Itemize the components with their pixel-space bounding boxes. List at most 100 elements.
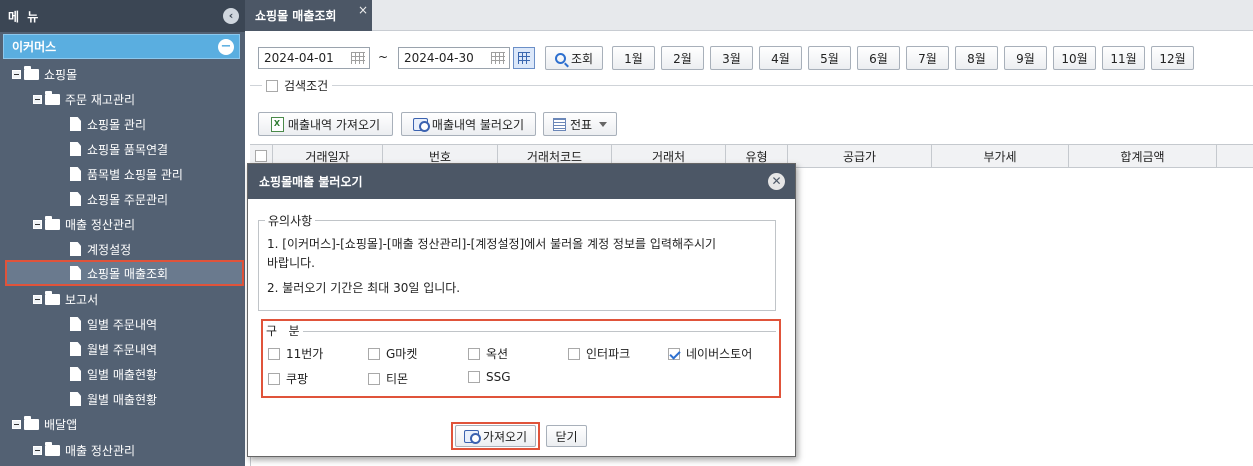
voucher-label: 전표 bbox=[569, 117, 593, 132]
month-button-1[interactable]: 1월 bbox=[612, 46, 655, 70]
option-checkbox[interactable] bbox=[568, 347, 580, 360]
voucher-dropdown[interactable]: 전표 bbox=[543, 112, 617, 136]
tree-item-mall-product-link[interactable]: 쇼핑몰 품목연결 bbox=[70, 138, 168, 160]
tab-bar: 쇼핑몰 매출조회 × bbox=[245, 0, 1253, 31]
month-button-2[interactable]: 2월 bbox=[661, 46, 704, 70]
tree-item-monthly-orders[interactable]: 월별 주문내역 bbox=[70, 338, 157, 360]
option-checkbox[interactable] bbox=[468, 371, 480, 383]
collapse-toggle-icon[interactable] bbox=[33, 294, 42, 304]
column-header[interactable]: 공급가 bbox=[788, 145, 932, 167]
notice-line-1: 1. [이커머스]-[쇼핑몰]-[매출 정산관리]-[계정설정]에서 불러올 계… bbox=[267, 237, 717, 251]
tree-folder-shoppingmall[interactable]: 쇼핑몰 bbox=[12, 63, 77, 85]
option-gmarket[interactable]: G마켓 bbox=[368, 345, 417, 362]
chevron-left-icon[interactable]: ‹ bbox=[223, 8, 239, 24]
tree-folder-delivery-app[interactable]: 배달앱 bbox=[12, 413, 77, 435]
select-all-checkbox[interactable] bbox=[255, 150, 267, 162]
tree-label: 품목별 쇼핑몰 관리 bbox=[87, 167, 183, 182]
option-checkbox[interactable] bbox=[368, 372, 380, 385]
minus-circle-icon[interactable]: − bbox=[218, 38, 234, 55]
tree-label: 월별 주문내역 bbox=[87, 342, 158, 357]
tree-label: 쇼핑몰 bbox=[44, 67, 78, 82]
load-sales-button[interactable]: 매출내역 불러오기 bbox=[401, 112, 536, 136]
column-header[interactable]: 합계금액 bbox=[1069, 145, 1217, 167]
month-button-5[interactable]: 5월 bbox=[808, 46, 851, 70]
column-header[interactable]: 부가세 bbox=[932, 145, 1069, 167]
tree-item-mall-sales-inquiry[interactable]: 쇼핑몰 매출조회 bbox=[5, 260, 244, 286]
collapse-toggle-icon[interactable] bbox=[12, 69, 21, 79]
date-to-field[interactable]: 2024-04-30 bbox=[398, 47, 510, 69]
document-icon bbox=[70, 192, 81, 206]
tree-item-mall-manage[interactable]: 쇼핑몰 관리 bbox=[70, 113, 146, 135]
tree-item-product-mall-manage[interactable]: 품목별 쇼핑몰 관리 bbox=[70, 163, 183, 185]
tree-folder-sales-settlement[interactable]: 매출 정산관리 bbox=[33, 213, 135, 235]
option-checkbox-checked[interactable] bbox=[668, 347, 680, 360]
document-icon bbox=[70, 342, 81, 356]
folder-icon bbox=[45, 290, 60, 305]
option-checkbox[interactable] bbox=[268, 372, 280, 385]
option-label: G마켓 bbox=[386, 347, 418, 361]
import-button[interactable]: 가져오기 bbox=[455, 425, 536, 447]
collapse-toggle-icon[interactable] bbox=[33, 94, 42, 104]
month-button-9[interactable]: 9월 bbox=[1004, 46, 1047, 70]
chevron-down-icon bbox=[599, 121, 608, 127]
tab-mall-sales-inquiry[interactable]: 쇼핑몰 매출조회 × bbox=[245, 0, 372, 31]
import-sales-button[interactable]: 매출내역 가져오기 bbox=[258, 112, 393, 136]
option-checkbox[interactable] bbox=[268, 347, 280, 360]
option-ssg[interactable]: SSG bbox=[468, 370, 511, 384]
month-button-10[interactable]: 10월 bbox=[1053, 46, 1096, 70]
month-button-3[interactable]: 3월 bbox=[710, 46, 753, 70]
load-icon bbox=[412, 117, 430, 132]
option-coupang[interactable]: 쿠팡 bbox=[268, 370, 308, 387]
option-auction[interactable]: 옥션 bbox=[468, 345, 508, 362]
option-tmon[interactable]: 티몬 bbox=[368, 370, 408, 387]
tree-folder-reports[interactable]: 보고서 bbox=[33, 288, 98, 310]
close-button[interactable]: 닫기 bbox=[546, 425, 587, 447]
option-label: SSG bbox=[486, 370, 511, 384]
calendar-grid-icon[interactable] bbox=[491, 52, 505, 64]
tree-item-daily-sales[interactable]: 일별 매출현황 bbox=[70, 363, 157, 385]
folder-icon bbox=[45, 215, 60, 230]
search-button[interactable]: 조회 bbox=[545, 46, 603, 70]
notice-fieldset: 유의사항 1. [이커머스]-[쇼핑몰]-[매출 정산관리]-[계정설정]에서 … bbox=[258, 212, 776, 311]
search-condition-toggle[interactable]: 검색조건 bbox=[262, 77, 333, 94]
date-separator: ~ bbox=[378, 50, 389, 64]
option-label: 인터파크 bbox=[586, 347, 631, 361]
tree-label: 매출 정산관리 bbox=[65, 443, 136, 458]
collapse-toggle-icon[interactable] bbox=[33, 445, 42, 455]
tree-label: 보고서 bbox=[65, 292, 99, 307]
folder-icon bbox=[45, 441, 60, 456]
condition-checkbox[interactable] bbox=[266, 79, 278, 92]
option-label: 옥션 bbox=[486, 347, 509, 361]
tree-item-mall-order-manage[interactable]: 쇼핑몰 주문관리 bbox=[70, 188, 168, 210]
collapse-toggle-icon[interactable] bbox=[33, 219, 42, 229]
tree-item-daily-orders[interactable]: 일별 주문내역 bbox=[70, 313, 157, 335]
month-button-8[interactable]: 8월 bbox=[955, 46, 998, 70]
tree-folder-order-stock[interactable]: 주문 재고관리 bbox=[33, 88, 135, 110]
month-button-4[interactable]: 4월 bbox=[759, 46, 802, 70]
document-icon bbox=[70, 167, 81, 181]
dialog-title: 쇼핑몰매출 불러오기 bbox=[259, 175, 363, 189]
option-label: 티몬 bbox=[386, 372, 409, 386]
close-icon[interactable]: × bbox=[358, 3, 368, 17]
document-icon bbox=[70, 242, 81, 256]
close-icon[interactable]: ✕ bbox=[768, 173, 785, 190]
date-from-field[interactable]: 2024-04-01 bbox=[258, 47, 370, 69]
month-button-7[interactable]: 7월 bbox=[906, 46, 949, 70]
tree-item-account-settings[interactable]: 계정설정 bbox=[70, 238, 131, 260]
option-11st[interactable]: 11번가 bbox=[268, 345, 323, 362]
collapse-toggle-icon[interactable] bbox=[12, 419, 21, 429]
tree-folder-delivery-settlement[interactable]: 매출 정산관리 bbox=[33, 439, 135, 461]
option-interpark[interactable]: 인터파크 bbox=[568, 345, 630, 362]
calendar-grid-icon[interactable] bbox=[351, 52, 365, 64]
option-checkbox[interactable] bbox=[468, 347, 480, 360]
date-to-value: 2024-04-30 bbox=[404, 51, 474, 65]
month-button-12[interactable]: 12월 bbox=[1151, 46, 1194, 70]
date-from-value: 2024-04-01 bbox=[264, 51, 334, 65]
tree-item-monthly-sales[interactable]: 월별 매출현황 bbox=[70, 388, 157, 410]
month-button-11[interactable]: 11월 bbox=[1102, 46, 1145, 70]
option-naverstore[interactable]: 네이버스토어 bbox=[668, 345, 752, 362]
month-button-6[interactable]: 6월 bbox=[857, 46, 900, 70]
calendar-icon[interactable] bbox=[513, 47, 535, 69]
section-ecommerce[interactable]: 이커머스 − bbox=[3, 34, 240, 59]
option-checkbox[interactable] bbox=[368, 347, 380, 360]
